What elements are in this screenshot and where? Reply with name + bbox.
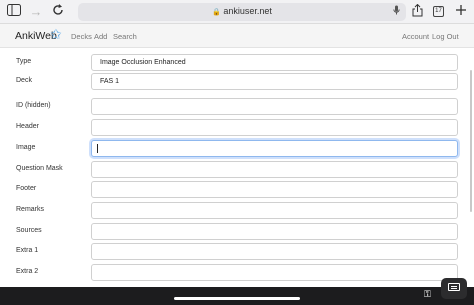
field-label-remarks: Remarks bbox=[16, 206, 45, 213]
field-input-remarks[interactable] bbox=[91, 202, 458, 219]
field-label-header: Header bbox=[16, 123, 39, 130]
field-label-type: Type bbox=[16, 58, 32, 65]
app-header: AnkiWeb ✩ Decks Add Search Account Log O… bbox=[0, 24, 474, 48]
address-bar[interactable]: 🔒 ankiuser.net bbox=[78, 3, 406, 21]
home-indicator[interactable] bbox=[174, 297, 300, 300]
text-caret bbox=[97, 144, 98, 153]
page-scrollbar[interactable] bbox=[470, 70, 472, 212]
nav-decks[interactable]: Decks bbox=[71, 32, 92, 41]
field-input-question-mask[interactable] bbox=[91, 161, 458, 178]
tabs-count-icon[interactable]: 17 bbox=[433, 6, 444, 17]
nav-account[interactable]: Account bbox=[402, 32, 429, 41]
sidebar-icon[interactable] bbox=[6, 4, 22, 20]
field-label-extra-2: Extra 2 bbox=[16, 268, 39, 275]
keyboard-toggle-button[interactable] bbox=[441, 278, 467, 299]
field-input-sources[interactable] bbox=[91, 223, 458, 240]
nav-logout[interactable]: Log Out bbox=[432, 32, 459, 41]
field-input-image[interactable] bbox=[91, 140, 458, 157]
nav-search[interactable]: Search bbox=[113, 32, 137, 41]
keyboard-accessory-bar bbox=[0, 287, 474, 305]
field-label-image: Image bbox=[16, 144, 36, 151]
url-text: 🔒 ankiuser.net bbox=[212, 6, 272, 16]
lock-icon: 🔒 bbox=[212, 9, 221, 16]
field-label-footer: Footer bbox=[16, 185, 37, 192]
field-input-deck[interactable]: FAS 1 bbox=[91, 73, 458, 90]
share-icon[interactable] bbox=[409, 3, 425, 20]
reload-icon[interactable] bbox=[50, 4, 66, 20]
microphone-icon[interactable] bbox=[393, 5, 400, 18]
field-input-extra-2[interactable] bbox=[91, 264, 458, 281]
nav-add[interactable]: Add bbox=[94, 32, 107, 41]
browser-toolbar: → 🔒 ankiuser.net 17 bbox=[0, 0, 474, 24]
field-label-id-hidden: ID (hidden) bbox=[16, 102, 51, 109]
field-input-footer[interactable] bbox=[91, 181, 458, 198]
field-input-id-hidden[interactable] bbox=[91, 98, 458, 115]
key-icon[interactable]: ⚿ bbox=[424, 289, 431, 300]
forward-arrow-icon[interactable]: → bbox=[28, 4, 44, 20]
field-input-extra-1[interactable] bbox=[91, 243, 458, 260]
new-tab-icon[interactable] bbox=[453, 4, 469, 20]
field-input-header[interactable] bbox=[91, 119, 458, 136]
star-logo-icon: ✩ bbox=[50, 26, 62, 42]
field-input-type[interactable]: Image Occlusion Enhanced bbox=[91, 54, 458, 71]
field-label-sources: Sources bbox=[16, 227, 42, 234]
field-label-extra-1: Extra 1 bbox=[16, 247, 39, 254]
keyboard-icon bbox=[448, 283, 460, 291]
field-label-question-mask: Question Mask bbox=[16, 165, 63, 172]
field-label-deck: Deck bbox=[16, 77, 32, 84]
